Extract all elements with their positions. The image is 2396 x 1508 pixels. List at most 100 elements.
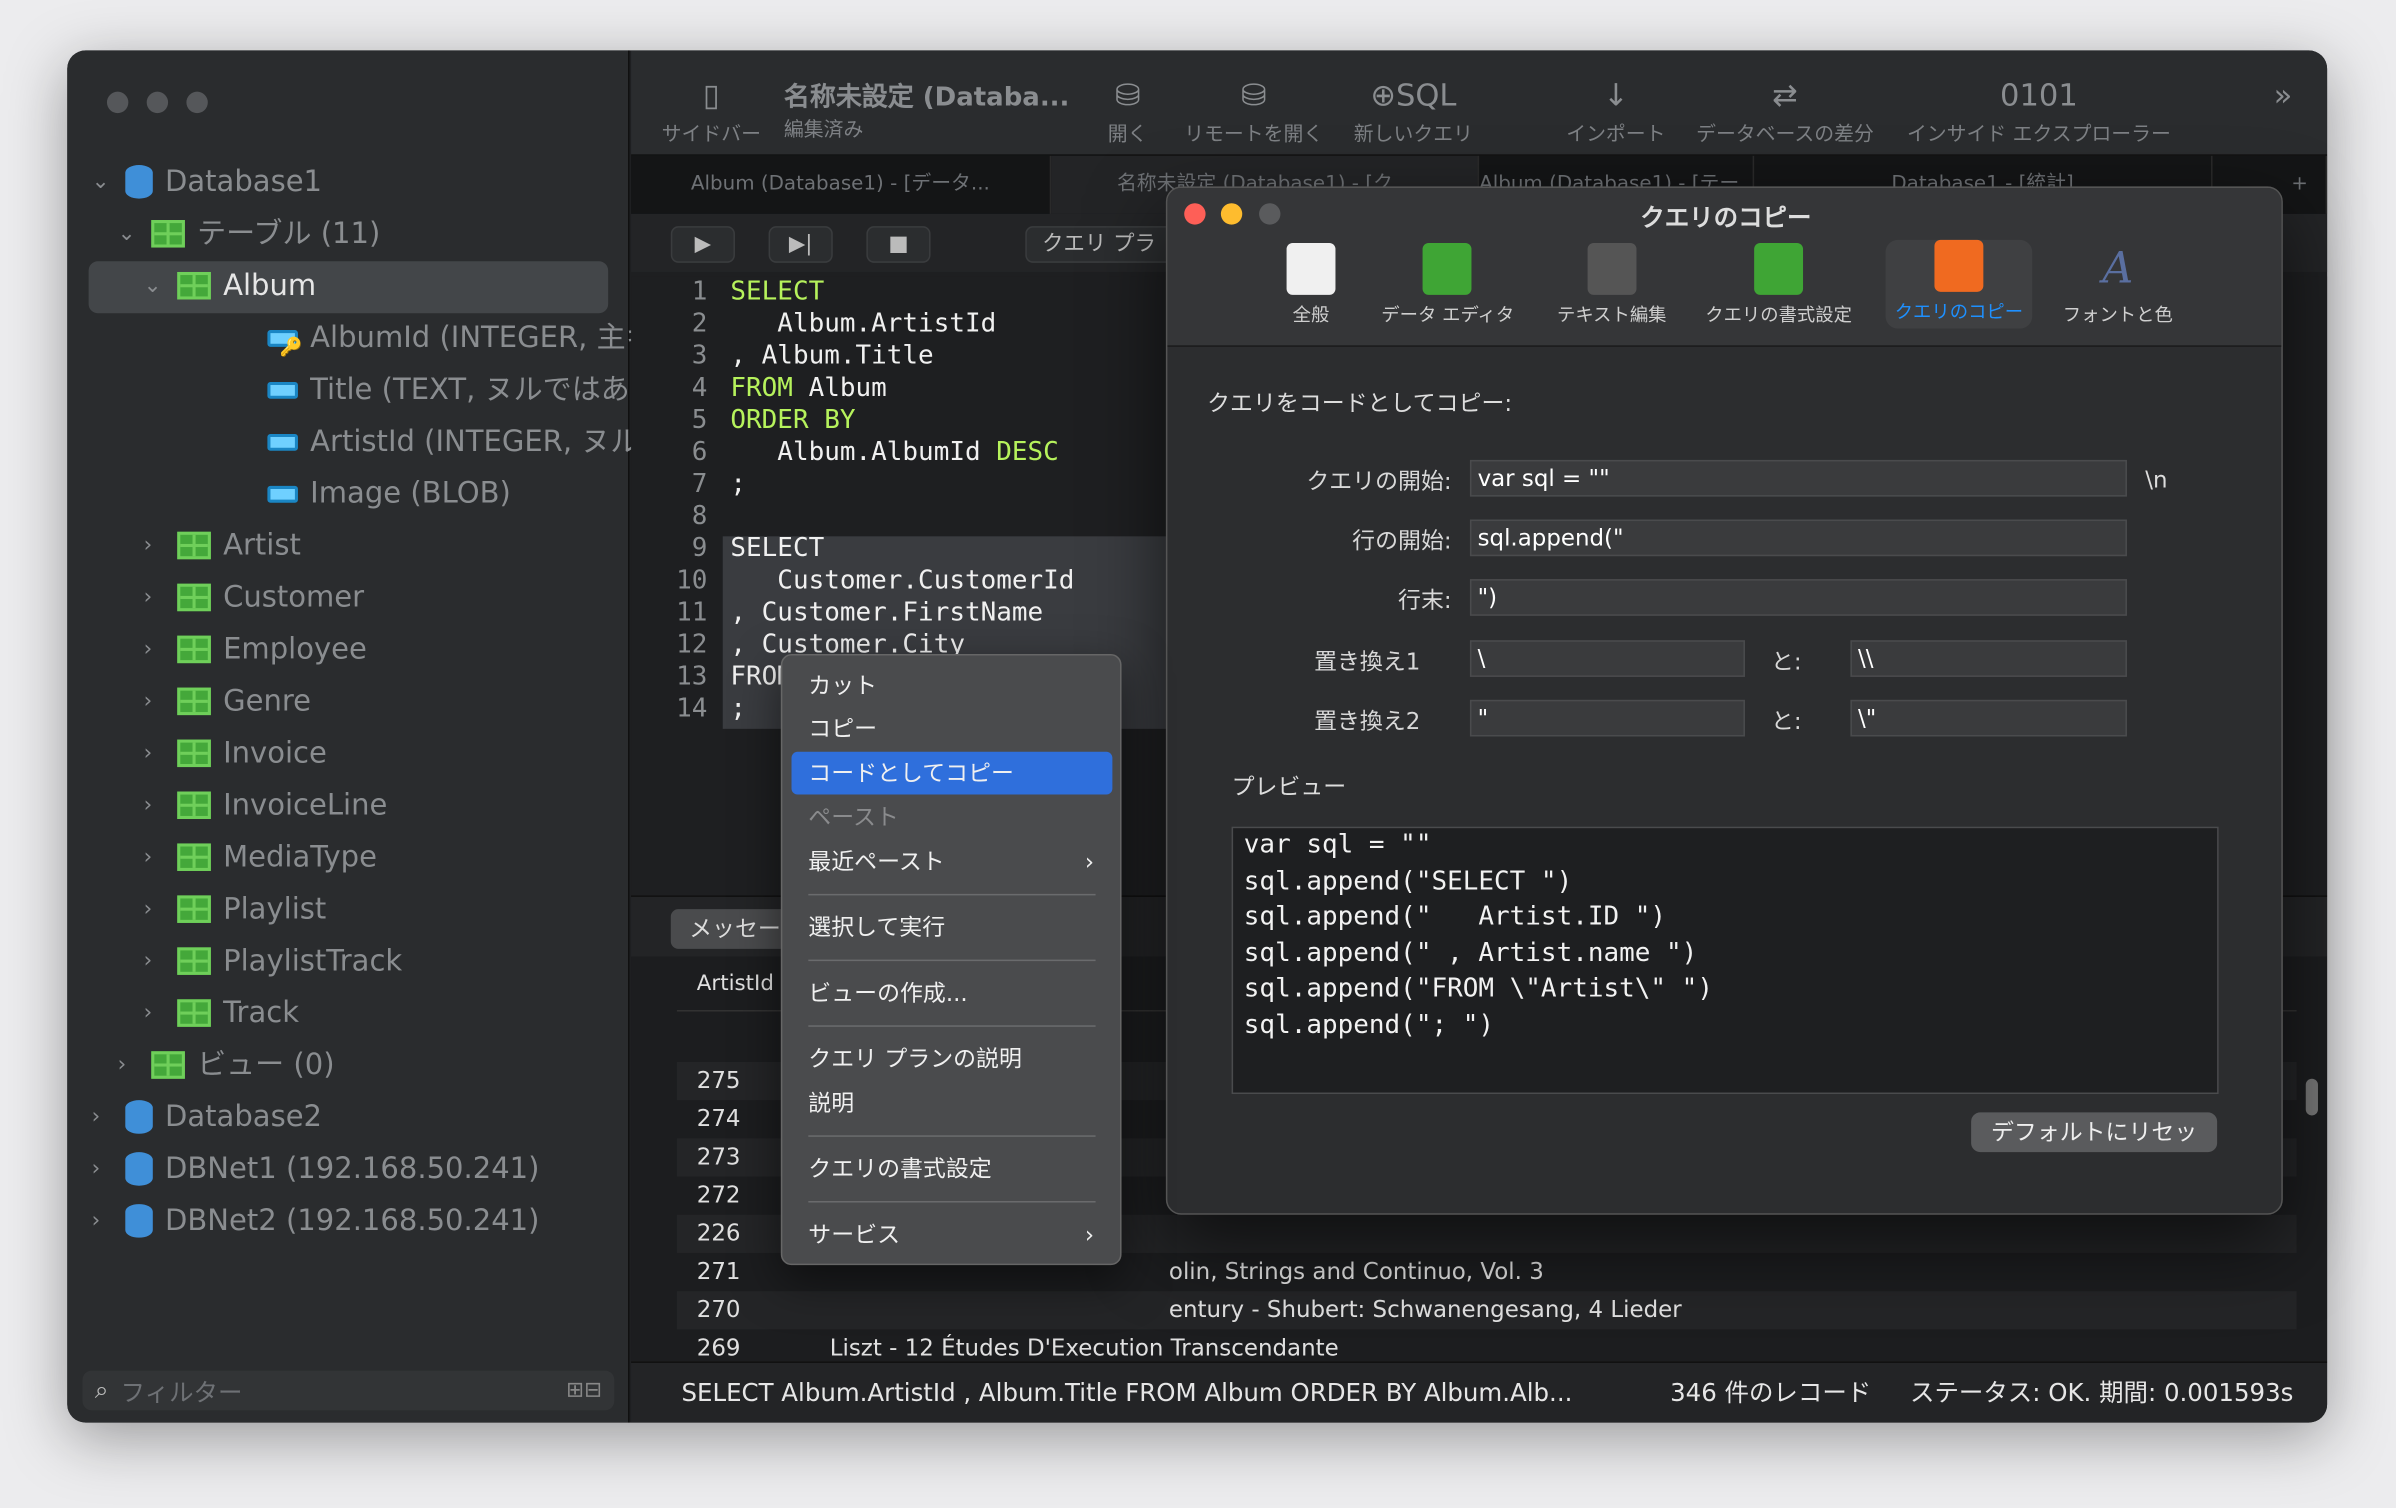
tree-item[interactable]: › Playlist: [144, 883, 327, 935]
line-number: 1: [691, 276, 708, 308]
menu-item: ペースト: [792, 796, 1113, 839]
code-line: ;: [730, 694, 746, 725]
replace1-from-field[interactable]: \: [1469, 640, 1745, 677]
primary-key-column-icon: 🔑: [267, 329, 302, 357]
tree-item-label: Album: [223, 268, 317, 303]
close-button[interactable]: [106, 91, 129, 114]
menu-item[interactable]: カット: [792, 665, 1113, 708]
chevron-right-icon[interactable]: ›: [144, 571, 165, 623]
chevron-right-icon[interactable]: ›: [144, 987, 165, 1039]
menu-item[interactable]: サービス ›: [792, 1213, 1113, 1256]
chevron-down-icon[interactable]: ⌄: [144, 260, 165, 312]
chevron-right-icon[interactable]: ›: [144, 727, 165, 779]
inside-explorer-button[interactable]: 0101 インサイド エクスプローラー: [1907, 72, 2171, 146]
table-icon: [177, 687, 211, 716]
column-icon: [267, 433, 298, 450]
status-query: SELECT Album.ArtistId , Album.Title FROM…: [681, 1378, 1573, 1408]
line-start-field[interactable]: sql.append(": [1469, 519, 2127, 557]
line-number: 9: [691, 533, 708, 564]
menu-item[interactable]: コードとしてコピー: [791, 751, 1113, 795]
chevron-right-icon[interactable]: ›: [144, 831, 165, 883]
pane-text-edit[interactable]: テキスト編集: [1557, 242, 1666, 327]
import-button[interactable]: ↓ インポート: [1566, 72, 1665, 146]
status-bar: SELECT Album.ArtistId , Album.Title FROM…: [631, 1361, 2328, 1423]
pane-data-editor[interactable]: データ エディタ: [1381, 242, 1514, 327]
status-text: ステータス: OK. 期間: 0.001593s: [1910, 1378, 2294, 1408]
pane-query-format[interactable]: クエリの書式設定: [1705, 242, 1852, 327]
replace2-to-field[interactable]: \": [1850, 699, 2127, 737]
tree-item[interactable]: › Track: [144, 987, 299, 1039]
run-step-button[interactable]: ▶|: [768, 226, 833, 263]
tree-item[interactable]: › Invoice: [144, 727, 327, 779]
stop-icon: ■: [888, 232, 909, 257]
reset-defaults-button[interactable]: デフォルトにリセッ: [1971, 1112, 2218, 1153]
line-number: 7: [691, 469, 708, 500]
database-diff-button[interactable]: ⇄ データベースの差分: [1696, 72, 1874, 146]
tab[interactable]: Album (Database1) - [データ...: [631, 155, 1052, 214]
menu-item[interactable]: コピー: [792, 707, 1113, 750]
tree-item[interactable]: › ビュー (0): [118, 1039, 335, 1091]
pane-general-switch[interactable]: 全般: [1286, 242, 1336, 327]
code-line: ;: [730, 469, 746, 500]
tree-item[interactable]: › DBNet2 (192.168.50.241): [92, 1195, 539, 1247]
stop-button[interactable]: ■: [866, 226, 931, 263]
filter-options-icon[interactable]: ⊞⊟: [566, 1378, 602, 1402]
tree-item[interactable]: › Employee: [144, 623, 367, 675]
tree-item[interactable]: 🔑 AlbumId (INTEGER, 主キー: [170, 312, 684, 364]
tree-item[interactable]: › Customer: [144, 571, 364, 623]
tree-item[interactable]: › Database2: [92, 1091, 322, 1143]
tree-item[interactable]: › PlaylistTrack: [144, 935, 403, 987]
chevron-right-icon[interactable]: ›: [144, 779, 165, 831]
chevron-right-icon[interactable]: ›: [144, 623, 165, 675]
chevron-right-icon[interactable]: ›: [144, 935, 165, 987]
tree-item[interactable]: › MediaType: [144, 831, 377, 883]
pane-font[interactable]: A フォントと色: [2063, 243, 2173, 327]
more-toolbar-button[interactable]: »: [2274, 72, 2293, 118]
sql-keyword: DESC: [996, 437, 1059, 468]
menu-item[interactable]: 最近ペースト ›: [792, 840, 1113, 883]
chevron-right-icon[interactable]: ›: [92, 1195, 113, 1247]
tree-item-label: ArtistId (INTEGER, ヌルで: [310, 424, 669, 459]
filter-field[interactable]: ⌕ フィルター ⊞⊟: [82, 1370, 615, 1411]
menu-item[interactable]: 選択して実行: [792, 906, 1113, 949]
tree-item[interactable]: › Genre: [144, 675, 311, 727]
open-button[interactable]: ⛁ 開く: [1108, 72, 1148, 146]
menu-item[interactable]: ビューの作成...: [792, 972, 1113, 1015]
menu-item[interactable]: 説明: [792, 1082, 1113, 1125]
results-scrollbar[interactable]: [2305, 1078, 2318, 1116]
chevron-right-icon[interactable]: ›: [144, 520, 165, 572]
open-remote-button[interactable]: ⛁ リモートを開く: [1184, 72, 1323, 146]
table-row[interactable]: 270 entury - Shubert: Schwanengesang, 4 L…: [676, 1291, 2297, 1330]
tree-item[interactable]: › Artist: [144, 520, 301, 572]
run-button[interactable]: ▶: [670, 226, 735, 263]
new-query-button[interactable]: ⊕SQL 新しいクエリ: [1354, 72, 1473, 146]
chevron-right-icon[interactable]: ›: [144, 883, 165, 935]
tree-item[interactable]: › DBNet1 (192.168.50.241): [92, 1143, 539, 1195]
replace2-from-field[interactable]: ": [1469, 699, 1745, 737]
sidebar-toggle-button[interactable]: ▯ サイドバー: [662, 72, 761, 146]
tree-item[interactable]: ArtistId (INTEGER, ヌルで: [170, 416, 669, 468]
chevron-down-icon[interactable]: ⌄: [118, 208, 139, 260]
tree-item[interactable]: ⌄ Database1: [92, 156, 322, 208]
replace1-to-field[interactable]: \\: [1850, 640, 2127, 677]
chevron-down-icon[interactable]: ⌄: [92, 156, 113, 208]
dialog-title: クエリのコピー: [1640, 203, 1812, 233]
menu-item[interactable]: クエリ プランの説明: [792, 1038, 1113, 1081]
menu-item[interactable]: クエリの書式設定: [792, 1148, 1113, 1191]
pane-query-copy[interactable]: クエリのコピー: [1885, 239, 2033, 329]
sidebar: ⌄ Database1 ⌄ テーブル (11) ⌄ Album 🔑 AlbumId (INTE…: [67, 50, 688, 1423]
chevron-right-icon[interactable]: ›: [92, 1143, 113, 1195]
sql-text: Album: [792, 372, 887, 404]
tree-item[interactable]: Title (TEXT, ヌルではありま: [170, 364, 688, 416]
tree-item[interactable]: Image (BLOB): [170, 468, 511, 520]
chevron-right-icon[interactable]: ›: [144, 675, 165, 727]
query-start-field[interactable]: var sql = "": [1469, 459, 2127, 497]
chevron-right-icon[interactable]: ›: [92, 1091, 113, 1143]
chevron-right-icon[interactable]: ›: [118, 1039, 139, 1091]
minimize-button[interactable]: [146, 91, 169, 114]
tree-item[interactable]: ⌄ テーブル (11): [118, 208, 381, 260]
line-end-field[interactable]: "): [1469, 579, 2127, 616]
zoom-button[interactable]: [186, 91, 208, 114]
tree-item[interactable]: ⌄ Album: [144, 260, 316, 312]
tree-item[interactable]: › InvoiceLine: [144, 779, 388, 831]
